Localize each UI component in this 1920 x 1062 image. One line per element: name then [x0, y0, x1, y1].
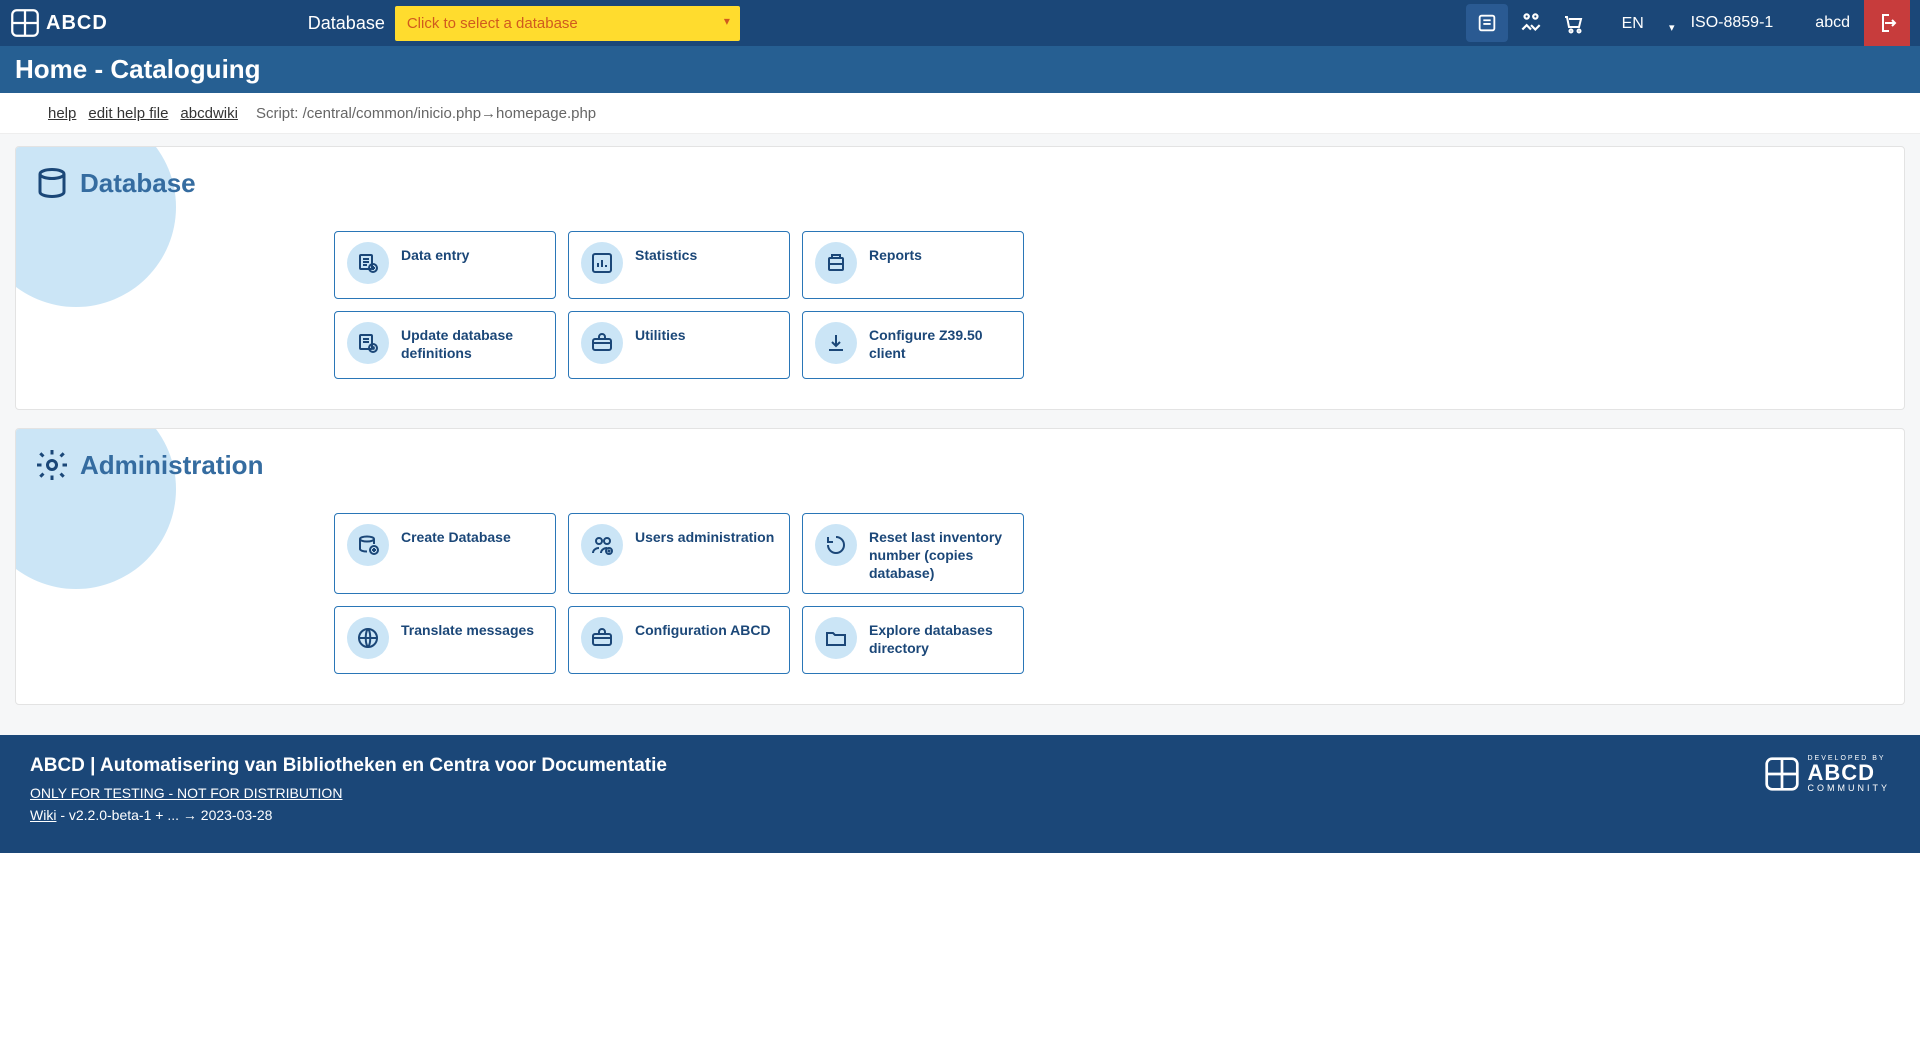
script-path: Script: /central/common/inicio.php→homep… — [256, 105, 596, 122]
cart-icon[interactable] — [1552, 0, 1594, 46]
card-label: Configure Z39.50 client — [869, 322, 1011, 362]
admin-card-toolbox[interactable]: Configuration ABCD — [568, 606, 790, 674]
reports-icon — [815, 242, 857, 284]
info-icon: i — [20, 103, 36, 123]
logo-icon — [10, 8, 40, 38]
app-logo[interactable]: ABCD — [10, 8, 108, 38]
module-catalog-icon[interactable] — [1466, 4, 1508, 42]
page-title: Home - Cataloguing — [0, 46, 1920, 93]
database-icon — [34, 165, 70, 201]
user-icon — [1791, 14, 1809, 32]
admin-card-users[interactable]: Users administration — [568, 513, 790, 594]
card-label: Statistics — [635, 242, 697, 264]
update-db-icon — [347, 322, 389, 364]
logout-icon — [1875, 11, 1899, 35]
database-card-update-db[interactable]: Update database definitions — [334, 311, 556, 379]
top-navbar: ABCD Database Click to select a database… — [0, 0, 1920, 46]
card-label: Data entry — [401, 242, 469, 264]
footer-title: ABCD | Automatisering van Bibliotheken e… — [30, 755, 667, 777]
database-card-utilities[interactable]: Utilities — [568, 311, 790, 379]
administration-panel: Administration Create Database Users adm… — [15, 428, 1905, 705]
footer-disclaimer-link[interactable]: ONLY FOR TESTING - NOT FOR DISTRIBUTION — [30, 785, 342, 801]
username-label: abcd — [1815, 14, 1850, 32]
database-card-download[interactable]: Configure Z39.50 client — [802, 311, 1024, 379]
abcdwiki-link[interactable]: abcdwiki — [180, 105, 238, 122]
card-label: Create Database — [401, 524, 511, 546]
gear-icon — [34, 447, 70, 483]
svg-text:i: i — [27, 106, 30, 116]
database-panel-title: Database — [34, 165, 1886, 201]
admin-card-folder[interactable]: Explore databases directory — [802, 606, 1024, 674]
database-select[interactable]: Click to select a database — [395, 6, 740, 41]
admin-card-reset[interactable]: Reset last inventory number (copies data… — [802, 513, 1024, 594]
module-circulation-icon[interactable] — [1510, 0, 1552, 46]
card-label: Configuration ABCD — [635, 617, 771, 639]
footer-version: - v2.2.0-beta-1 + ... → 2023-03-28 — [56, 807, 272, 823]
download-icon — [815, 322, 857, 364]
data-entry-icon — [347, 242, 389, 284]
help-link[interactable]: help — [48, 105, 76, 122]
encoding-label: ISO-8859-1 — [1691, 14, 1774, 32]
utilities-icon — [581, 322, 623, 364]
database-card-statistics[interactable]: Statistics — [568, 231, 790, 299]
toolbox-icon — [581, 617, 623, 659]
help-bar: i help edit help file abcdwiki Script: /… — [0, 93, 1920, 134]
edit-help-link[interactable]: edit help file — [88, 105, 168, 122]
footer-community-logo: DEVELOPED BY ABCD COMMUNITY — [1764, 755, 1891, 793]
user-menu[interactable]: abcd — [1791, 14, 1850, 32]
admin-card-globe[interactable]: Translate messages — [334, 606, 556, 674]
card-label: Reset last inventory number (copies data… — [869, 524, 1011, 583]
footer-logo-icon — [1764, 756, 1800, 792]
statistics-icon — [581, 242, 623, 284]
database-label: Database — [308, 13, 385, 34]
logout-button[interactable] — [1864, 0, 1910, 46]
card-label: Update database definitions — [401, 322, 543, 362]
logo-text: ABCD — [46, 12, 108, 35]
database-card-reports[interactable]: Reports — [802, 231, 1024, 299]
database-panel: Database Data entry Statistics Reports U… — [15, 146, 1905, 410]
card-label: Users administration — [635, 524, 774, 546]
language-select[interactable]: EN — [1616, 15, 1651, 32]
database-card-data-entry[interactable]: Data entry — [334, 231, 556, 299]
card-label: Explore databases directory — [869, 617, 1011, 657]
footer: ABCD | Automatisering van Bibliotheken e… — [0, 735, 1920, 853]
folder-icon — [815, 617, 857, 659]
footer-wiki-link[interactable]: Wiki — [30, 807, 56, 823]
card-label: Translate messages — [401, 617, 534, 639]
admin-card-create-db[interactable]: Create Database — [334, 513, 556, 594]
card-label: Reports — [869, 242, 922, 264]
users-icon — [581, 524, 623, 566]
administration-panel-title: Administration — [34, 447, 1886, 483]
globe-icon — [347, 617, 389, 659]
create-db-icon — [347, 524, 389, 566]
card-label: Utilities — [635, 322, 686, 344]
reset-icon — [815, 524, 857, 566]
